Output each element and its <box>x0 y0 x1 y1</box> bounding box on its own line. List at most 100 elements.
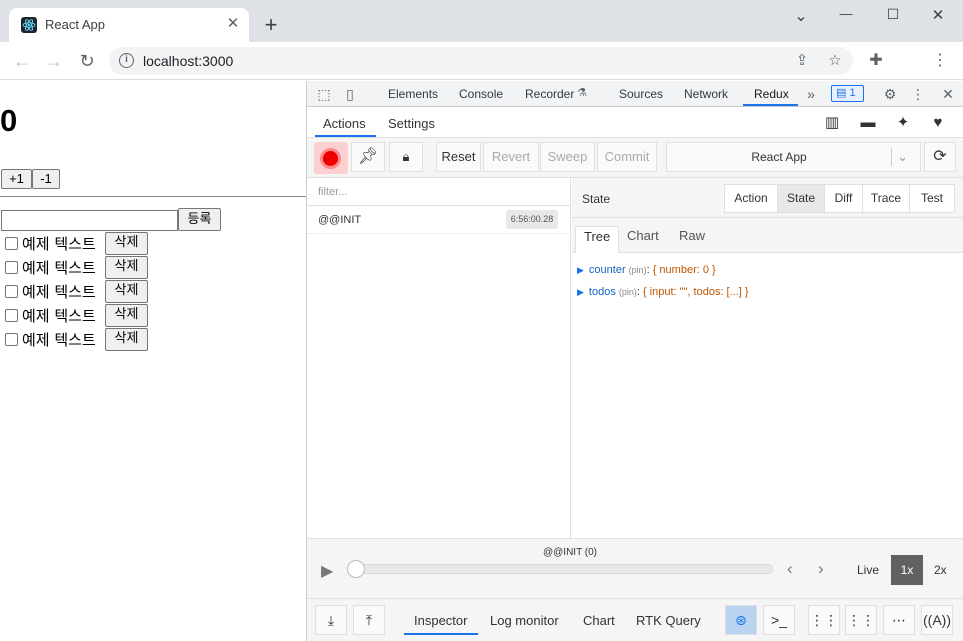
close-window-button[interactable]: ✕ <box>925 6 951 26</box>
more-tabs-icon[interactable]: » <box>802 85 820 103</box>
list-item[interactable]: @@INIT 6:56:00.28 <box>307 206 571 234</box>
tab-chart-monitor[interactable]: Chart <box>583 613 615 628</box>
tab-settings[interactable]: Settings <box>388 116 435 131</box>
record-button[interactable] <box>314 142 348 174</box>
close-devtools-icon[interactable]: ✕ <box>939 85 957 103</box>
export-icon[interactable]: ⤒ <box>353 605 385 635</box>
tree-key: counter <box>588 264 626 276</box>
minimize-button[interactable]: — <box>833 6 859 26</box>
todo-input[interactable] <box>1 210 178 231</box>
tree-key: todos <box>588 286 616 298</box>
todo-checkbox[interactable] <box>5 237 18 250</box>
issues-badge[interactable]: ▤ 1 <box>831 85 864 102</box>
tab-trace[interactable]: Trace <box>862 184 910 213</box>
todo-text: 예제 텍스트 <box>22 307 96 325</box>
inspect-element-icon[interactable]: ⬚ <box>315 85 333 103</box>
browser-toolbar: ← → ↻ i localhost:3000 ⇪ ☆ ✚ ⋮ <box>0 42 963 80</box>
new-tab-button[interactable]: + <box>260 14 282 36</box>
tab-elements[interactable]: Elements <box>388 87 438 101</box>
delete-button[interactable]: 삭제 <box>105 232 148 255</box>
live-button[interactable]: Live <box>857 563 879 577</box>
tab-console[interactable]: Console <box>459 87 503 101</box>
device-toolbar-icon[interactable]: ▯ <box>341 85 359 103</box>
tree-node-todos[interactable]: ▶ todos (pin):{ input: "", todos: [...] } <box>577 286 749 298</box>
settings-gear-icon[interactable]: ⚙ <box>881 85 899 103</box>
site-info-icon[interactable]: i <box>119 53 134 68</box>
tab-inspector[interactable]: Inspector <box>414 613 467 628</box>
extensions-puzzle-icon[interactable]: ✚ <box>865 50 887 72</box>
todo-checkbox[interactable] <box>5 309 18 322</box>
tab-search-chevron-icon[interactable]: ⌄ <box>788 6 814 26</box>
step-forward-icon[interactable]: › <box>818 559 824 579</box>
sync-icon[interactable]: ⟳ <box>924 142 956 172</box>
bookmark-star-icon[interactable]: ☆ <box>826 52 844 70</box>
tab-log-monitor[interactable]: Log monitor <box>490 613 559 628</box>
twitter-icon[interactable]: ✦ <box>893 114 913 132</box>
browser-menu-icon[interactable]: ⋮ <box>929 50 951 72</box>
dispatcher-icon[interactable]: ⊛ <box>725 605 757 635</box>
expand-arrow-icon[interactable]: ▶ <box>577 287 584 297</box>
lock-icon[interactable]: 🔒︎ <box>389 142 423 172</box>
address-bar[interactable]: i localhost:3000 ⇪ ☆ <box>109 47 853 75</box>
dock-left-icon[interactable]: ⋮⋮ <box>808 605 840 635</box>
tree-pin[interactable]: (pin) <box>619 287 637 297</box>
tab-network[interactable]: Network <box>684 87 728 101</box>
tab-redux[interactable]: Redux <box>754 87 789 101</box>
slider-track[interactable] <box>351 564 773 574</box>
import-icon[interactable]: ⤓ <box>315 605 347 635</box>
back-arrow-icon[interactable]: ← <box>11 50 33 72</box>
tab-test[interactable]: Test <box>909 184 955 213</box>
tab-state[interactable]: State <box>777 184 825 213</box>
tab-actions[interactable]: Actions <box>323 116 366 131</box>
delete-button[interactable]: 삭제 <box>105 328 148 351</box>
tab-sources[interactable]: Sources <box>619 87 663 101</box>
action-filter-input[interactable]: filter... <box>307 178 571 206</box>
tab-rtk-query[interactable]: RTK Query <box>636 613 701 628</box>
register-button[interactable]: 등록 <box>178 208 221 231</box>
delete-button[interactable]: 삭제 <box>105 304 148 327</box>
share-icon[interactable]: ⇪ <box>793 52 811 70</box>
todo-checkbox[interactable] <box>5 261 18 274</box>
feedback-chat-icon[interactable]: ▬ <box>858 114 878 132</box>
tab-chart[interactable]: Chart <box>619 226 667 253</box>
tab-diff[interactable]: Diff <box>824 184 863 213</box>
play-icon[interactable]: ▶ <box>321 561 333 581</box>
delete-button[interactable]: 삭제 <box>105 280 148 303</box>
delete-button[interactable]: 삭제 <box>105 256 148 279</box>
terminal-icon[interactable]: >_ <box>763 605 795 635</box>
tab-close-icon[interactable]: ✕ <box>223 14 243 34</box>
todo-checkbox[interactable] <box>5 285 18 298</box>
devtools-menu-icon[interactable]: ⋮ <box>909 85 927 103</box>
tree-pin[interactable]: (pin) <box>629 265 647 275</box>
tab-tree[interactable]: Tree <box>575 226 620 253</box>
todo-text: 예제 텍스트 <box>22 283 96 301</box>
docs-book-icon[interactable]: ▥ <box>822 114 842 132</box>
revert-button[interactable]: Revert <box>483 142 539 172</box>
speed-2x-button[interactable]: 2x <box>934 563 947 577</box>
commit-button[interactable]: Commit <box>597 142 657 172</box>
forward-arrow-icon[interactable]: → <box>43 50 65 72</box>
tree-node-counter[interactable]: ▶ counter (pin):{ number: 0 } <box>577 264 716 276</box>
expand-arrow-icon[interactable]: ▶ <box>577 265 584 275</box>
tree-value: { number: 0 } <box>652 264 716 276</box>
slider-handle[interactable] <box>347 560 365 578</box>
reload-icon[interactable]: ↻ <box>76 50 98 72</box>
step-back-icon[interactable]: ‹ <box>787 559 793 579</box>
remote-antenna-icon[interactable]: ((A)) <box>921 605 953 635</box>
increment-button[interactable]: +1 <box>1 169 32 189</box>
speed-1x-button[interactable]: 1x <box>891 555 923 585</box>
tab-recorder[interactable]: Recorder <box>525 87 574 101</box>
todo-checkbox[interactable] <box>5 333 18 346</box>
decrement-button[interactable]: -1 <box>32 169 60 189</box>
instance-select[interactable]: React App ⌄ <box>666 142 921 172</box>
tab-action[interactable]: Action <box>724 184 778 213</box>
dock-bottom-icon[interactable]: ⋯ <box>883 605 915 635</box>
browser-tab[interactable]: React App ✕ <box>9 8 249 42</box>
pin-icon[interactable]: 📌︎ <box>351 142 385 172</box>
maximize-button[interactable]: ☐ <box>880 6 906 26</box>
heart-icon[interactable]: ♥ <box>928 114 948 132</box>
reset-button[interactable]: Reset <box>436 142 481 172</box>
sweep-button[interactable]: Sweep <box>540 142 595 172</box>
tab-raw[interactable]: Raw <box>671 226 713 253</box>
dock-right-icon[interactable]: ⋮⋮ <box>845 605 877 635</box>
